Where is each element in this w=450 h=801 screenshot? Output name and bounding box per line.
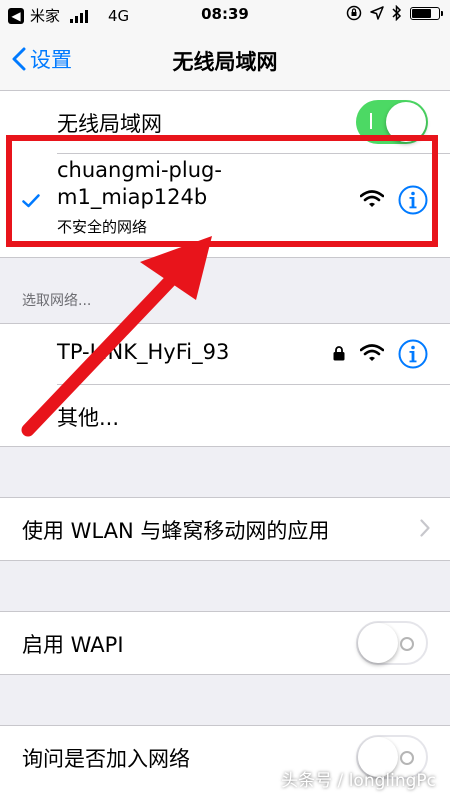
page-title: 无线局域网: [172, 50, 278, 74]
toggle-knob: [358, 623, 398, 663]
nav-bar: 设置 无线局域网: [0, 30, 450, 91]
wapi-toggle-switch[interactable]: [356, 621, 428, 665]
network-row[interactable]: TP-LINK_HyFi_93: [0, 324, 450, 384]
wapi-row: 启用 WAPI: [0, 612, 450, 674]
toggle-off-mark: [400, 751, 414, 765]
wlan-apps-row[interactable]: 使用 WLAN 与蜂窝移动网的应用: [0, 498, 450, 560]
wifi-toggle-label: 无线局域网: [57, 112, 162, 136]
location-icon: [370, 6, 384, 20]
wapi-label: 启用 WAPI: [22, 633, 124, 657]
annotation-highlight-box: [6, 135, 438, 247]
watermark: 头条号 / longlingPc: [281, 771, 436, 791]
battery-icon: [410, 6, 443, 20]
wlan-apps-label: 使用 WLAN 与蜂窝移动网的应用: [22, 519, 330, 543]
toggle-off-mark: [400, 637, 414, 651]
battery-fill: [412, 8, 432, 18]
network-name: TP-LINK_HyFi_93: [57, 340, 230, 364]
toggle-on-mark: [370, 113, 372, 129]
chevron-right-icon: [420, 519, 430, 537]
info-icon[interactable]: [398, 339, 428, 369]
status-right: [346, 5, 443, 21]
lock-icon: [333, 346, 345, 361]
other-network-row[interactable]: 其他...: [0, 385, 450, 446]
wlan-apps-group: 使用 WLAN 与蜂窝移动网的应用: [0, 497, 450, 561]
orientation-lock-icon: [346, 5, 362, 21]
status-bar: ◀ 米家 4G 08:39: [0, 0, 450, 30]
ask-join-label: 询问是否加入网络: [22, 747, 190, 771]
bluetooth-icon: [392, 5, 402, 21]
other-network-label: 其他...: [57, 406, 120, 430]
choose-network-header: 选取网络...: [22, 293, 92, 309]
wapi-group: 启用 WAPI: [0, 611, 450, 675]
networks-group: TP-LINK_HyFi_93 其他...: [0, 323, 450, 447]
wifi-signal-icon: [360, 344, 384, 361]
